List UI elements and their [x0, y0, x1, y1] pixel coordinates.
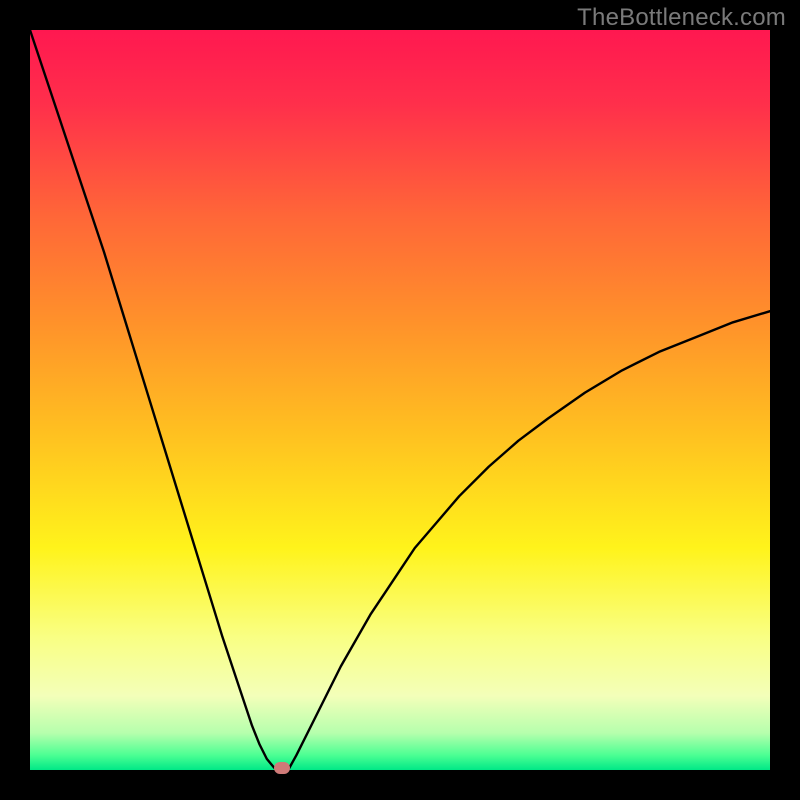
- watermark-text: TheBottleneck.com: [577, 4, 786, 32]
- chart-plot-area: [30, 30, 770, 770]
- optimal-point-marker: [274, 762, 290, 774]
- chart-outer-frame: TheBottleneck.com: [0, 0, 800, 800]
- gradient-background: [30, 30, 770, 770]
- bottleneck-chart-svg: [30, 30, 770, 770]
